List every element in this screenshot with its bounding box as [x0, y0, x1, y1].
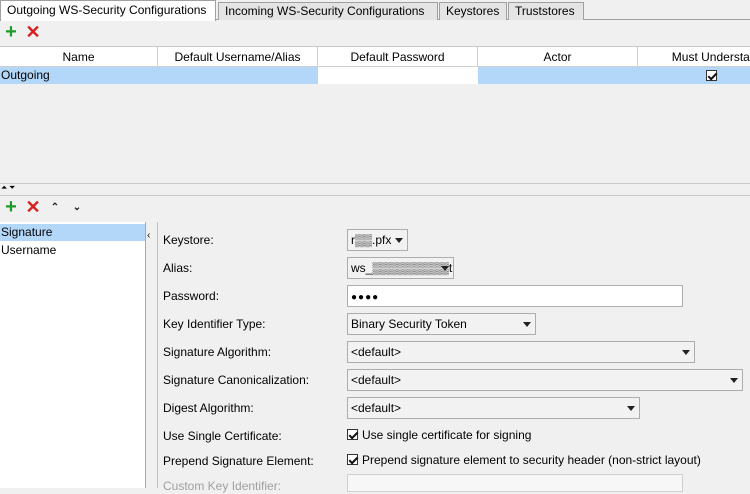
tab-incoming-ws-security[interactable]: Incoming WS-Security Configurations	[218, 2, 438, 20]
digest-algorithm-select[interactable]: <default>	[347, 397, 640, 419]
move-up-icon[interactable]: ⌃	[47, 200, 63, 216]
key-identifier-type-label: Key Identifier Type:	[163, 317, 266, 331]
column-header-default-username[interactable]: Default Username/Alias	[158, 47, 318, 67]
key-identifier-type-select[interactable]: Binary Security Token	[347, 313, 536, 335]
delete-icon[interactable]: ✕	[25, 23, 41, 41]
alias-label: Alias:	[163, 261, 193, 275]
entries-list: Signature Username	[0, 222, 146, 488]
list-item-signature[interactable]: Signature	[0, 224, 145, 241]
prepend-signature-element-checkbox[interactable]	[347, 454, 358, 466]
column-header-must-understand[interactable]: Must Understand	[638, 47, 750, 67]
must-understand-checkbox[interactable]	[705, 70, 717, 82]
digest-algorithm-label: Digest Algorithm:	[163, 401, 254, 415]
digest-algorithm-value: <default>	[351, 401, 402, 415]
tab-truststores[interactable]: Truststores	[508, 2, 584, 20]
column-header-actor[interactable]: Actor	[478, 47, 638, 67]
chevron-down-icon	[627, 406, 635, 411]
table-cell-actor[interactable]	[478, 67, 638, 84]
splitter-collapse-icon[interactable]: ⏶	[1, 184, 7, 192]
splitter-expand-icon[interactable]: ⏷	[9, 184, 15, 192]
column-header-name[interactable]: Name	[0, 47, 158, 67]
key-identifier-type-value: Binary Security Token	[351, 317, 467, 331]
table-cell-username[interactable]	[158, 67, 318, 84]
divider	[0, 195, 750, 196]
move-down-icon[interactable]: ⌄	[69, 200, 85, 216]
signature-algorithm-select[interactable]: <default>	[347, 341, 695, 363]
signature-canonicalization-label: Signature Canonicalization:	[163, 373, 310, 387]
add-icon[interactable]: +	[3, 22, 19, 42]
password-field[interactable]: ●●●●	[347, 285, 683, 307]
vertical-splitter[interactable]: ‹	[146, 222, 158, 488]
signature-canonicalization-value: <default>	[351, 373, 402, 387]
custom-key-identifier-label: Custom Key Identifier:	[163, 479, 282, 493]
custom-key-identifier-field[interactable]	[347, 474, 683, 492]
keystore-value: r▒▒.pfx	[351, 233, 392, 247]
password-value: ●●●●	[351, 292, 380, 303]
signature-algorithm-value: <default>	[351, 345, 402, 359]
table-cell-must-understand[interactable]	[638, 67, 750, 84]
chevron-down-icon	[441, 266, 449, 271]
signature-canonicalization-select[interactable]: <default>	[347, 369, 743, 391]
splitter-handle[interactable]: ⏶ ⏷	[0, 184, 750, 195]
use-single-certificate-option[interactable]: Use single certificate for signing	[347, 427, 531, 443]
keystore-select[interactable]: r▒▒.pfx	[347, 229, 408, 251]
use-single-certificate-checkbox[interactable]	[347, 429, 358, 441]
tab-keystores[interactable]: Keystores	[439, 2, 507, 20]
add-entry-icon[interactable]: +	[3, 197, 19, 217]
chevron-down-icon	[523, 322, 531, 327]
prepend-signature-element-option[interactable]: Prepend signature element to security he…	[347, 452, 701, 468]
alias-value: ws_▒▒▒▒▒▒▒▒▒t	[351, 261, 453, 275]
prepend-signature-element-checkbox-label: Prepend signature element to security he…	[362, 453, 701, 467]
prepend-signature-element-label: Prepend Signature Element:	[163, 454, 314, 468]
delete-entry-icon[interactable]: ✕	[25, 198, 41, 216]
chevron-down-icon	[730, 378, 738, 383]
tab-bar: Outgoing WS-Security Configurations Inco…	[0, 0, 750, 21]
alias-select[interactable]: ws_▒▒▒▒▒▒▒▒▒t	[347, 257, 454, 279]
tab-outgoing-ws-security[interactable]: Outgoing WS-Security Configurations	[0, 0, 216, 21]
password-label: Password:	[163, 289, 220, 303]
list-item-username[interactable]: Username	[0, 242, 145, 259]
use-single-certificate-label: Use Single Certificate:	[163, 429, 282, 443]
signature-algorithm-label: Signature Algorithm:	[163, 345, 272, 359]
chevron-down-icon	[395, 238, 403, 243]
use-single-certificate-checkbox-label: Use single certificate for signing	[362, 428, 532, 442]
table-cell-name[interactable]: Outgoing	[0, 67, 158, 84]
column-header-default-password[interactable]: Default Password	[318, 47, 478, 67]
table-cell-password[interactable]	[318, 67, 478, 84]
collapse-left-icon[interactable]: ‹	[147, 231, 150, 241]
keystore-label: Keystore:	[163, 233, 214, 247]
chevron-down-icon	[682, 350, 690, 355]
configurations-table: Name Default Username/Alias Default Pass…	[0, 46, 750, 184]
